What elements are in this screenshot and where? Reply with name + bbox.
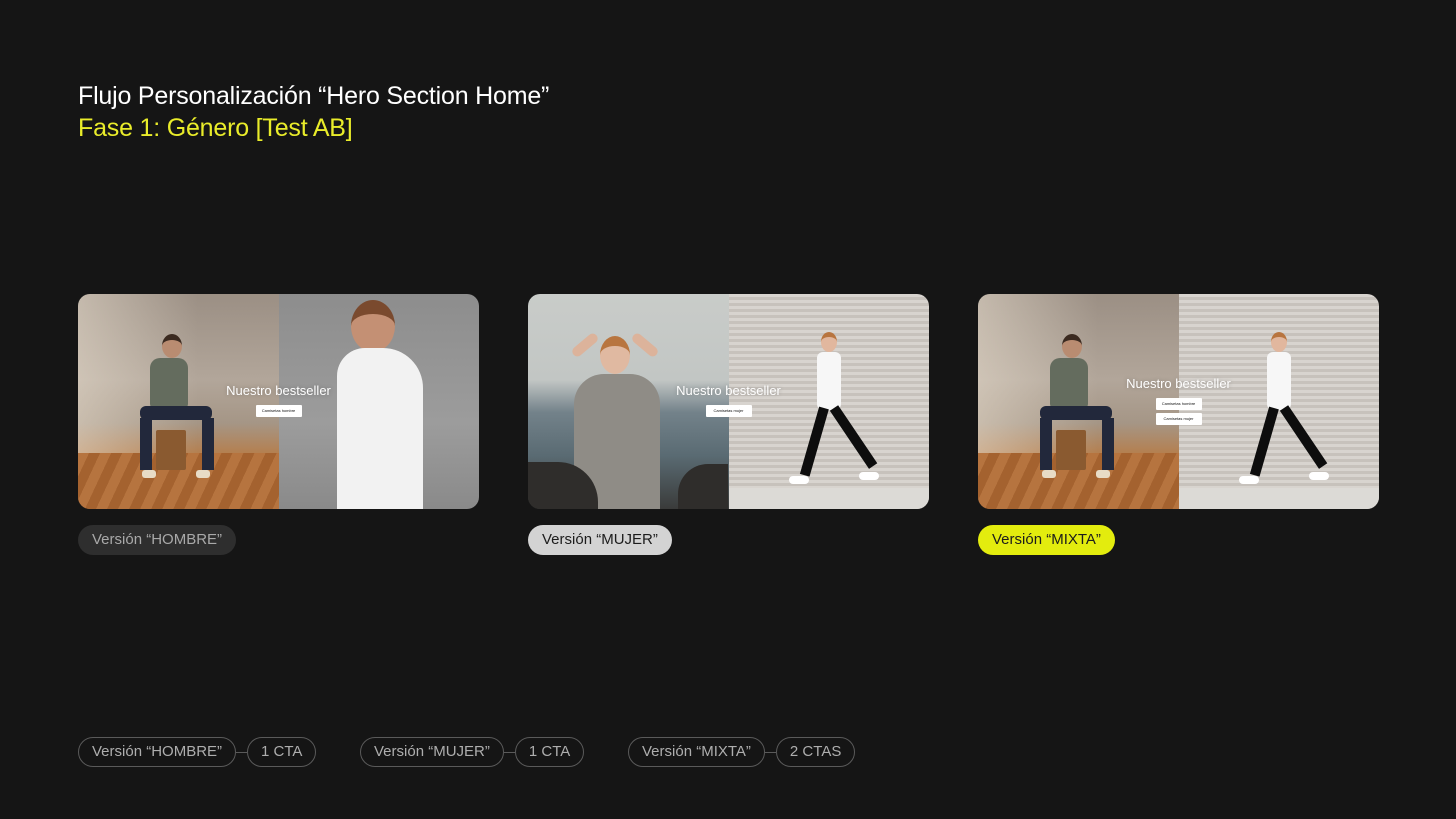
hero-title: Nuestro bestseller (1126, 376, 1231, 391)
legend-cta-count: 2 CTAS (775, 737, 856, 767)
legend-connector (236, 751, 248, 753)
legend-item-mixta: Versión “MIXTA” 2 CTAS (628, 737, 856, 767)
hero-card-hombre[interactable]: Nuestro bestseller Camisetas hombre (78, 294, 479, 509)
legend-connector (503, 751, 515, 753)
hero-overlay: Nuestro bestseller Camisetas hombre Cami… (978, 294, 1379, 509)
cta-camisetas-hombre[interactable]: Camisetas hombre (1155, 398, 1202, 410)
page-subtitle: Fase 1: Género [Test AB] (78, 114, 353, 142)
legend-item-hombre: Versión “HOMBRE” 1 CTA (78, 737, 317, 767)
version-pill-mujer[interactable]: Versión “MUJER” (528, 525, 672, 555)
legend-version-label: Versión “MIXTA” (628, 737, 765, 767)
page: Flujo Personalización “Hero Section Home… (0, 0, 1456, 819)
legend-cta-count: 1 CTA (247, 737, 317, 767)
cta-camisetas-mujer[interactable]: Camisetas mujer (1155, 413, 1202, 425)
legend-item-mujer: Versión “MUJER” 1 CTA (360, 737, 585, 767)
cta-camisetas-mujer[interactable]: Camisetas mujer (705, 405, 752, 417)
hero-overlay: Nuestro bestseller Camisetas mujer (528, 294, 929, 509)
hero-title: Nuestro bestseller (676, 383, 781, 398)
hero-card-mixta[interactable]: Nuestro bestseller Camisetas hombre Cami… (978, 294, 1379, 509)
cta-camisetas-hombre[interactable]: Camisetas hombre (255, 405, 302, 417)
legend-version-label: Versión “MUJER” (360, 737, 504, 767)
version-pill-mixta[interactable]: Versión “MIXTA” (978, 525, 1115, 555)
legend-version-label: Versión “HOMBRE” (78, 737, 237, 767)
version-pill-hombre[interactable]: Versión “HOMBRE” (78, 525, 237, 555)
header: Flujo Personalización “Hero Section Home… (78, 80, 549, 144)
hero-title: Nuestro bestseller (226, 383, 331, 398)
page-title: Flujo Personalización “Hero Section Home… (78, 82, 550, 110)
hero-overlay: Nuestro bestseller Camisetas hombre (78, 294, 479, 509)
legend-cta-count: 1 CTA (514, 737, 585, 767)
legend-connector (764, 751, 776, 753)
hero-card-mujer[interactable]: Nuestro bestseller Camisetas mujer (528, 294, 929, 509)
